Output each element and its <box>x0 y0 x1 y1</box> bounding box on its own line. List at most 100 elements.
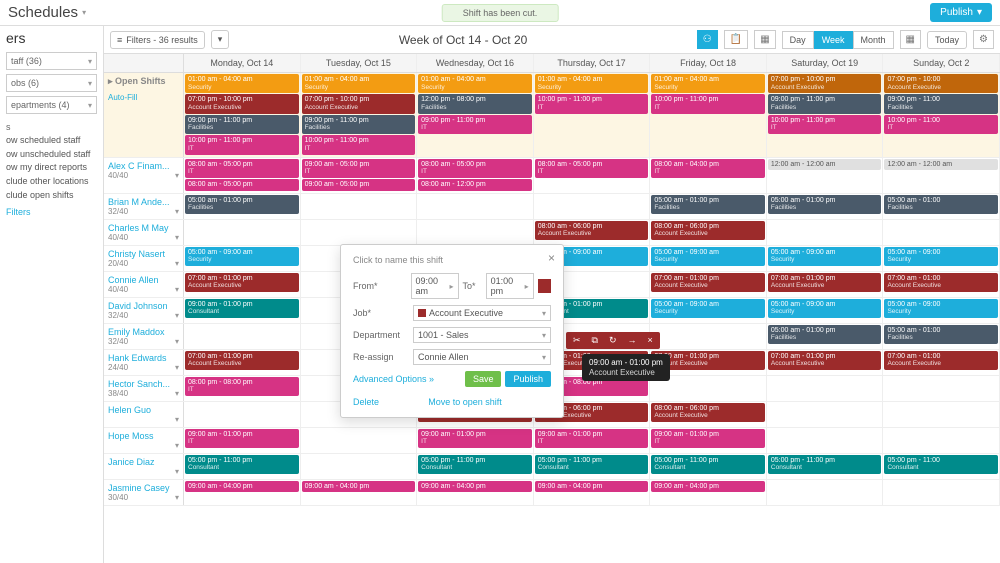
shift-block[interactable]: 07:00 pm - 10:00 pmAccount Executive <box>768 74 882 93</box>
employee-name[interactable]: Alex C Finam... <box>108 161 179 171</box>
shift-block[interactable]: 10:00 pm - 11:00 pmIT <box>768 115 882 134</box>
shift-block[interactable]: 09:00 am - 05:00 pm <box>302 179 416 191</box>
schedule-cell[interactable]: 05:00 am - 09:00 amSecurity <box>650 246 767 271</box>
sort-button[interactable]: ▾ <box>211 30 230 49</box>
shift-block[interactable]: 07:00 am - 01:00Account Executive <box>884 351 998 370</box>
employee-name[interactable]: Hope Moss <box>108 431 179 441</box>
schedule-cell[interactable] <box>767 480 884 505</box>
schedule-cell[interactable] <box>767 428 884 453</box>
reassign-select[interactable]: Connie Allen▾ <box>413 349 551 365</box>
shift-block[interactable]: 09:00 pm - 11:00 pmIT <box>418 115 532 134</box>
schedule-cell[interactable] <box>417 220 534 245</box>
schedule-cell[interactable]: 05:00 pm - 11:00 pmConsultant <box>767 454 884 479</box>
schedule-cell[interactable]: 08:00 am - 06:00 pmAccount Executive <box>534 220 651 245</box>
shift-block[interactable]: 10:00 pm - 11:00 pmIT <box>651 94 765 113</box>
schedule-cell[interactable]: 09:00 am - 04:00 pm <box>650 480 767 505</box>
chevron-down-icon[interactable]: ▾ <box>175 441 179 450</box>
shift-block[interactable]: 09:00 am - 01:00 pmConsultant <box>185 299 299 318</box>
close-icon[interactable]: × <box>548 251 555 265</box>
shift-block[interactable]: 07:00 pm - 10:00 pmAccount Executive <box>185 94 299 113</box>
shift-block[interactable]: 05:00 am - 09:00 amSecurity <box>185 247 299 266</box>
shift-block[interactable]: 08:00 am - 06:00 pmAccount Executive <box>651 403 765 422</box>
schedule-cell[interactable]: 05:00 am - 01:00 pmFacilities <box>650 194 767 219</box>
shift-block[interactable]: 05:00 am - 09:00 amSecurity <box>651 247 765 266</box>
schedule-cell[interactable]: 09:00 am - 01:00 pmIT <box>184 428 301 453</box>
employee-name[interactable]: Janice Diaz <box>108 457 179 467</box>
schedule-cell[interactable] <box>184 220 301 245</box>
schedule-cell[interactable]: 07:00 am - 01:00 pmAccount Executive <box>184 272 301 297</box>
schedule-cell[interactable]: 09:00 am - 05:00 pmIT09:00 am - 05:00 pm <box>301 158 418 193</box>
schedule-cell[interactable] <box>301 454 418 479</box>
schedule-cell[interactable]: 07:00 am - 01:00 pmAccount Executive <box>650 272 767 297</box>
shift-block[interactable]: 05:00 am - 01:00 pmFacilities <box>651 195 765 214</box>
schedule-cell[interactable] <box>301 428 418 453</box>
employee-name[interactable]: Jasmine Casey <box>108 483 179 493</box>
popover-title-input[interactable]: Click to name this shift <box>353 255 551 265</box>
shift-block[interactable]: 09:00 am - 04:00 pm <box>302 481 416 493</box>
shift-block[interactable]: 08:00 pm - 08:00 pmIT <box>185 377 299 396</box>
refresh-icon[interactable]: ↻ <box>604 334 622 347</box>
schedule-cell[interactable]: 07:00 am - 01:00Account Executive <box>883 272 1000 297</box>
shift-block[interactable]: 05:00 pm - 11:00 pmConsultant <box>651 455 765 474</box>
settings-icon[interactable]: ⚙ <box>973 30 994 49</box>
open-shift-cell[interactable]: 01:00 am - 04:00 amSecurity07:00 pm - 10… <box>301 73 418 157</box>
schedule-cell[interactable] <box>883 376 1000 401</box>
jobs-filter[interactable]: obs (6)▾ <box>6 74 97 92</box>
schedule-cell[interactable]: 05:00 am - 01:00Facilities <box>883 324 1000 349</box>
employee-name[interactable]: Helen Guo <box>108 405 179 415</box>
employee-name[interactable]: David Johnson <box>108 301 179 311</box>
shift-block[interactable]: 09:00 pm - 11:00 pmFacilities <box>768 94 882 113</box>
dept-select[interactable]: 1001 - Sales▾ <box>413 327 551 343</box>
shift-block[interactable]: 09:00 am - 01:00 pmIT <box>418 429 532 448</box>
shift-block[interactable]: 08:00 am - 06:00 pmAccount Executive <box>535 221 649 240</box>
color-swatch[interactable] <box>538 279 551 293</box>
shift-block[interactable]: 08:00 am - 05:00 pm <box>185 179 299 191</box>
shift-block[interactable]: 09:00 am - 01:00 pmIT <box>651 429 765 448</box>
chevron-down-icon[interactable]: ▾ <box>175 233 179 242</box>
delete-link[interactable]: Delete <box>353 397 379 407</box>
schedule-cell[interactable]: 05:00 pm - 11:00 pmConsultant <box>184 454 301 479</box>
filter-option[interactable]: clude other locations <box>6 176 97 188</box>
schedule-cell[interactable]: 05:00 am - 01:00 pmFacilities <box>767 324 884 349</box>
schedule-cell[interactable]: 05:00 pm - 11:00 pmConsultant <box>534 454 651 479</box>
schedule-cell[interactable]: 09:00 am - 01:00 pmConsultant <box>184 298 301 323</box>
shift-block[interactable]: 09:00 am - 04:00 pm <box>651 481 765 493</box>
view-day[interactable]: Day <box>782 31 814 49</box>
shift-block[interactable]: 05:00 pm - 11:00 pmConsultant <box>535 455 649 474</box>
shift-block[interactable]: 05:00 am - 09:00 amSecurity <box>768 247 882 266</box>
employee-name[interactable]: Brian M Ande... <box>108 197 179 207</box>
schedule-cell[interactable]: 05:00 am - 09:00 amSecurity <box>650 298 767 323</box>
employee-name[interactable]: Hank Edwards <box>108 353 179 363</box>
people-icon[interactable]: ⚇ <box>697 30 718 49</box>
schedule-cell[interactable]: 05:00 am - 09:00Security <box>883 298 1000 323</box>
shift-block[interactable]: 07:00 am - 01:00 pmAccount Executive <box>768 351 882 370</box>
schedule-cell[interactable]: 09:00 am - 01:00 pmIT <box>650 428 767 453</box>
employee-name[interactable]: Christy Nasert <box>108 249 179 259</box>
schedule-cell[interactable]: 09:00 am - 04:00 pm <box>184 480 301 505</box>
shift-block[interactable]: 12:00 am - 12:00 am <box>768 159 882 171</box>
shift-block[interactable]: 05:00 am - 01:00Facilities <box>884 325 998 344</box>
shift-block[interactable]: 05:00 am - 09:00 amSecurity <box>768 299 882 318</box>
schedule-cell[interactable]: 05:00 am - 09:00 amSecurity <box>767 246 884 271</box>
schedule-cell[interactable] <box>534 194 651 219</box>
schedule-cell[interactable]: 08:00 am - 04:00 pmIT <box>650 158 767 193</box>
employee-name[interactable]: Connie Allen <box>108 275 179 285</box>
open-shifts-label[interactable]: ▸ Open Shifts <box>108 76 179 87</box>
shift-block[interactable]: 05:00 am - 09:00Security <box>884 247 998 266</box>
chevron-down-icon[interactable]: ▾ <box>175 363 179 372</box>
shift-block[interactable]: 05:00 am - 01:00 pmFacilities <box>768 325 882 344</box>
auto-fill-link[interactable]: Auto-Fill <box>108 93 179 102</box>
chevron-down-icon[interactable]: ▾ <box>175 259 179 268</box>
shift-block[interactable]: 07:00 am - 01:00 pmAccount Executive <box>185 351 299 370</box>
schedule-cell[interactable]: 09:00 am - 04:00 pm <box>417 480 534 505</box>
move-open-shift-link[interactable]: Move to open shift <box>428 397 502 407</box>
filters-button[interactable]: ≡Filters - 36 results <box>110 31 205 49</box>
chevron-down-icon[interactable]: ▾ <box>175 415 179 424</box>
schedule-cell[interactable] <box>767 402 884 427</box>
job-select[interactable]: Account Executive▾ <box>413 305 551 321</box>
chevron-down-icon[interactable]: ▾ <box>175 467 179 476</box>
schedule-cell[interactable]: 07:00 am - 01:00 pmAccount Executive <box>767 272 884 297</box>
shift-block[interactable]: 01:00 am - 04:00 amSecurity <box>651 74 765 93</box>
shift-block[interactable]: 08:00 am - 05:00 pmIT <box>535 159 649 178</box>
filter-option[interactable]: ow my direct reports <box>6 162 97 174</box>
